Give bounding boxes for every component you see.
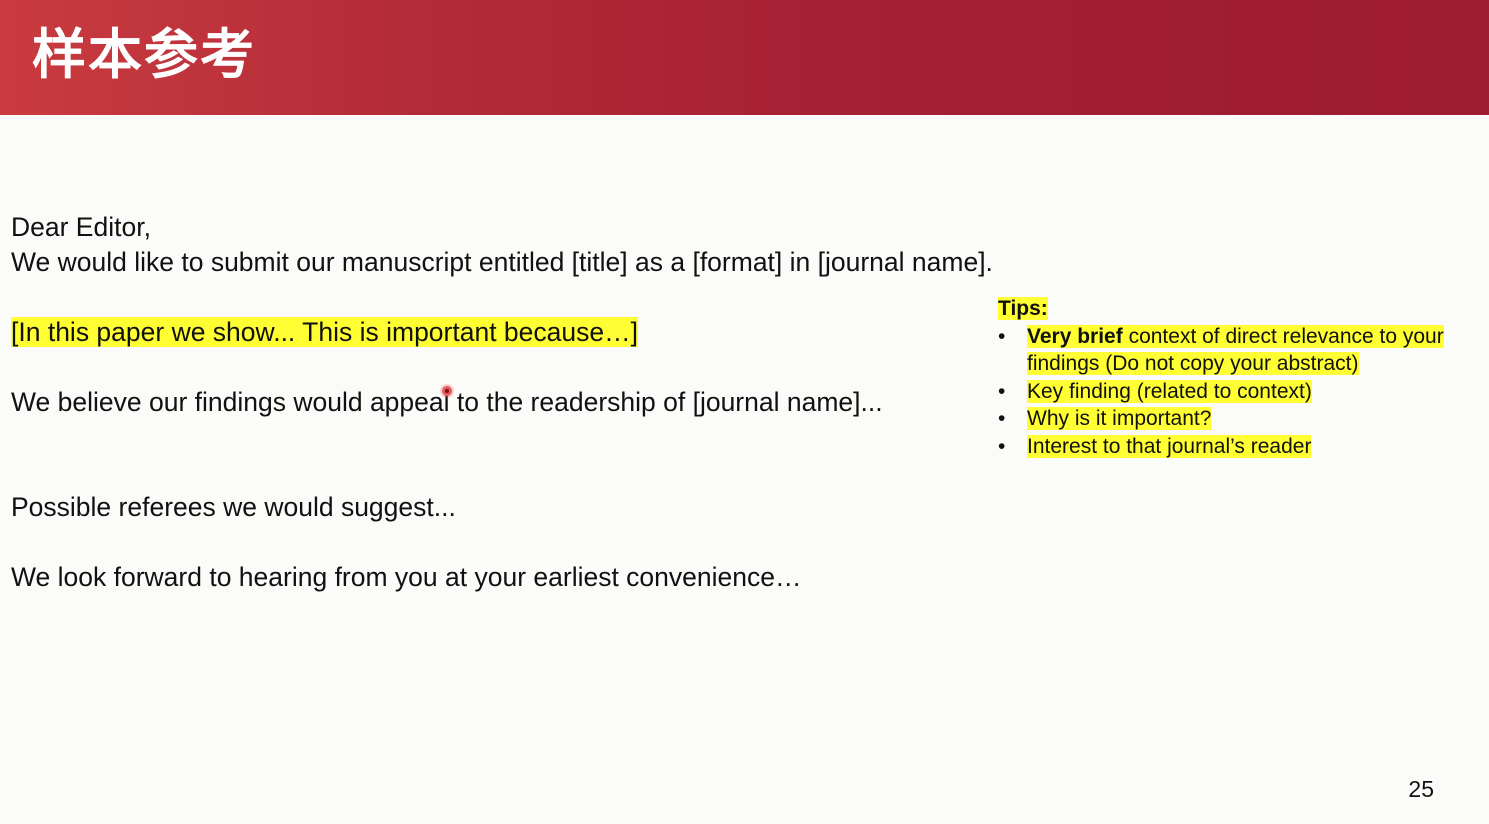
pointer-cursor-icon — [442, 386, 452, 396]
header-bar: 样本参考 — [0, 0, 1489, 115]
letter-body: Dear Editor, We would like to submit our… — [11, 210, 1001, 595]
letter-intro: We would like to submit our manuscript e… — [11, 247, 993, 277]
slide: 样本参考 Dear Editor, We would like to submi… — [0, 0, 1489, 824]
tips-heading: Tips: — [998, 295, 1468, 323]
tips-item: • Interest to that journal’s reader — [998, 433, 1468, 461]
tips-box: Tips: • Very brief context of direct rele… — [998, 295, 1468, 460]
tips-item-text: Key finding (related to context) — [1027, 379, 1312, 403]
bullet-icon: • — [998, 407, 1006, 430]
letter-highlight-paragraph: [In this paper we show... This is import… — [11, 315, 1001, 350]
tips-item: • Very brief context of direct relevance … — [998, 323, 1468, 378]
tips-list: • Very brief context of direct relevance … — [998, 323, 1468, 461]
letter-salutation: Dear Editor, — [11, 212, 151, 242]
bullet-icon: • — [998, 324, 1006, 348]
tips-heading-text: Tips: — [998, 297, 1048, 320]
bullet-icon: • — [998, 379, 1006, 403]
tips-item: • Key finding (related to context) — [998, 378, 1468, 406]
letter-referees-paragraph: Possible referees we would suggest... — [11, 492, 456, 522]
letter-appeal-paragraph: We believe our findings would appeal to … — [11, 387, 883, 417]
slide-title: 样本参考 — [32, 23, 256, 86]
tips-item: • Why is it important? — [998, 405, 1468, 433]
bullet-icon: • — [998, 434, 1006, 458]
tips-item-bold: Very brief — [1027, 324, 1123, 348]
tips-item-text: Very brief context of direct relevance t… — [1027, 324, 1444, 375]
page-number: 25 — [1408, 776, 1434, 802]
letter-closing-paragraph: We look forward to hearing from you at y… — [11, 562, 802, 592]
highlighted-text: [In this paper we show... This is import… — [11, 317, 638, 347]
tips-item-text: Why is it important? — [1027, 407, 1212, 430]
tips-item-text: Interest to that journal’s reader — [1027, 434, 1312, 458]
